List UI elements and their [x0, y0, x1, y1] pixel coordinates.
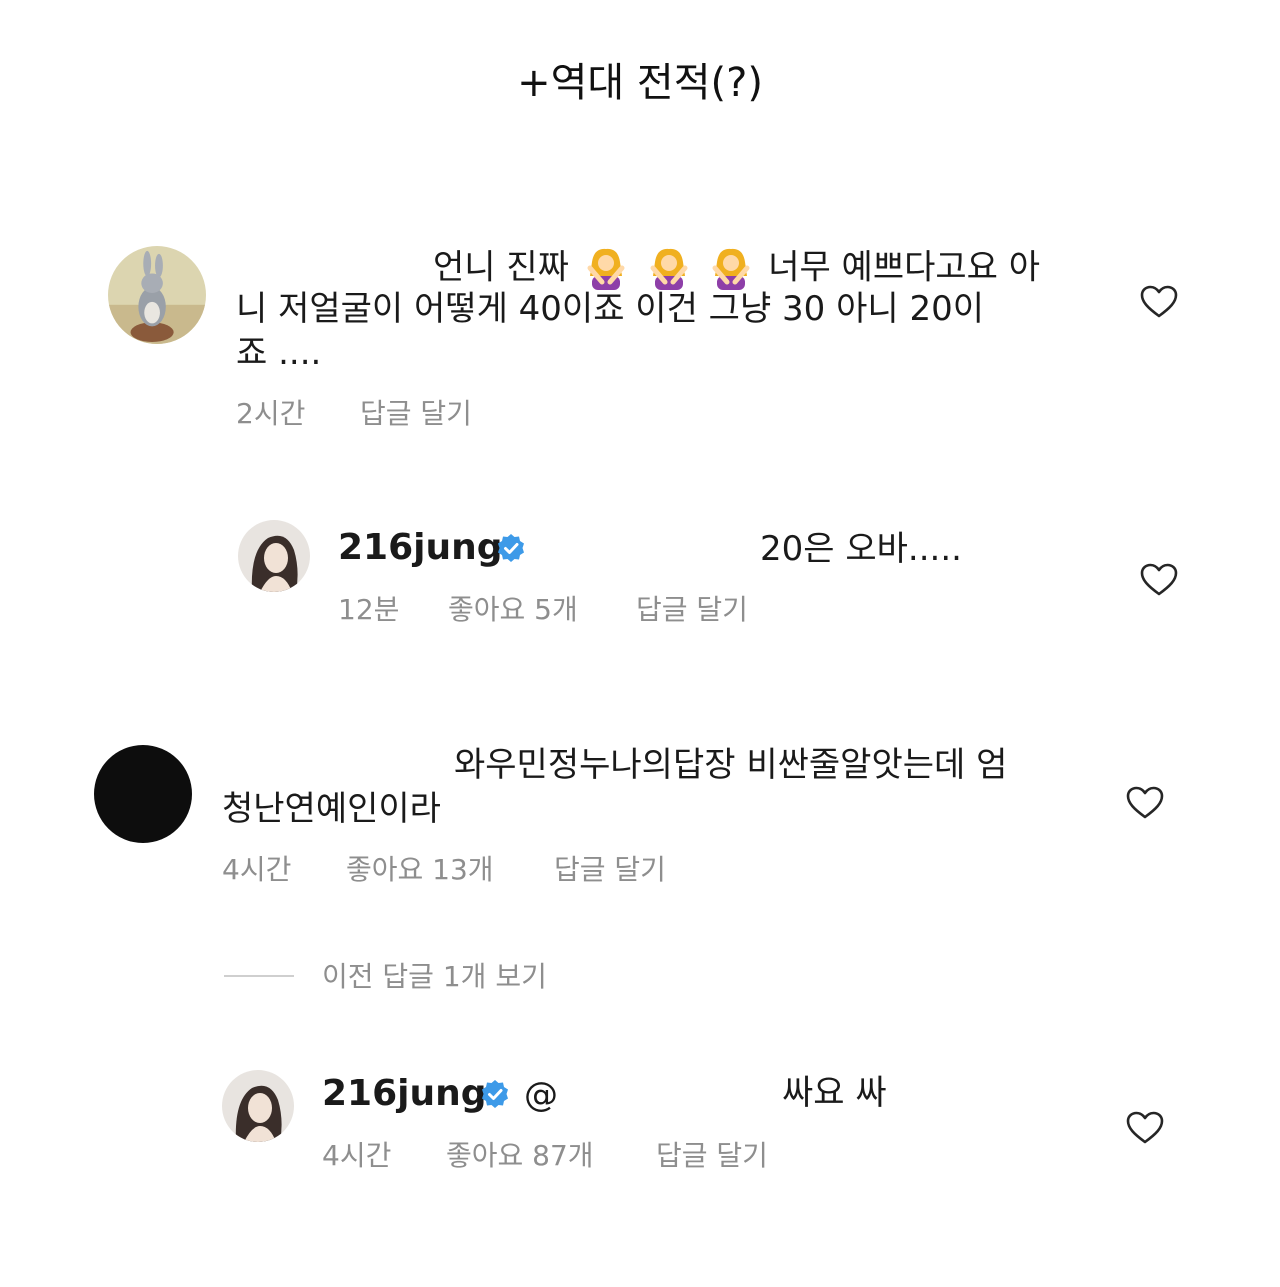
like-count[interactable]: 좋아요 13개: [346, 856, 494, 884]
verified-badge-icon: [480, 1079, 510, 1113]
comment-text-line1: 와우민정누나의답장 비싼줄알앗는데 엄: [454, 745, 1008, 785]
reply-button[interactable]: 답글 달기: [656, 1142, 768, 1170]
username[interactable]: 216jung: [338, 530, 503, 566]
view-previous-replies[interactable]: 이전 답글 1개 보기: [322, 963, 547, 991]
reply-button[interactable]: 답글 달기: [360, 400, 472, 428]
heart-icon[interactable]: [1126, 1111, 1164, 1149]
avatar[interactable]: [108, 246, 206, 344]
like-count[interactable]: 좋아요 87개: [446, 1142, 594, 1170]
comment-time: 12분: [338, 593, 400, 626]
avatar[interactable]: [222, 1070, 294, 1142]
mention[interactable]: @: [524, 1078, 558, 1112]
comment-text-line2: 니 저얼굴이 어떻게 40이죠 이건 그냥 30 아니 20이: [236, 289, 985, 329]
heart-icon[interactable]: [1126, 786, 1164, 824]
comment-time: 4시간: [322, 1139, 392, 1172]
woman-gesturing-no-emoji: [580, 248, 768, 290]
reply-button[interactable]: 답글 달기: [636, 596, 748, 624]
like-count[interactable]: 좋아요 5개: [448, 596, 578, 624]
comment-text-line3: 죠 ....: [236, 333, 322, 373]
comment-text-segment: 언니 진짜: [433, 247, 569, 288]
divider: [224, 975, 294, 977]
comment-time: 2시간: [236, 397, 306, 430]
comment-text: 20은 오바.....: [760, 529, 962, 569]
avatar[interactable]: [238, 520, 310, 592]
comment-text-line1: 언니 진짜 너무 예쁘다고요 아: [433, 246, 1040, 292]
comment-text-segment: 너무 예쁘다고요 아: [768, 247, 1041, 288]
comment-text-line2: 청난연예인이라: [222, 789, 441, 829]
verified-badge-icon: [496, 533, 526, 567]
comment-text: 싸요 싸: [782, 1073, 887, 1113]
heart-icon[interactable]: [1140, 563, 1178, 601]
page-title: +역대 전적(?): [517, 60, 763, 106]
heart-icon[interactable]: [1140, 285, 1178, 323]
comment-time: 4시간: [222, 853, 292, 886]
reply-button[interactable]: 답글 달기: [554, 856, 666, 884]
avatar[interactable]: [94, 745, 192, 843]
username[interactable]: 216jung: [322, 1076, 487, 1112]
